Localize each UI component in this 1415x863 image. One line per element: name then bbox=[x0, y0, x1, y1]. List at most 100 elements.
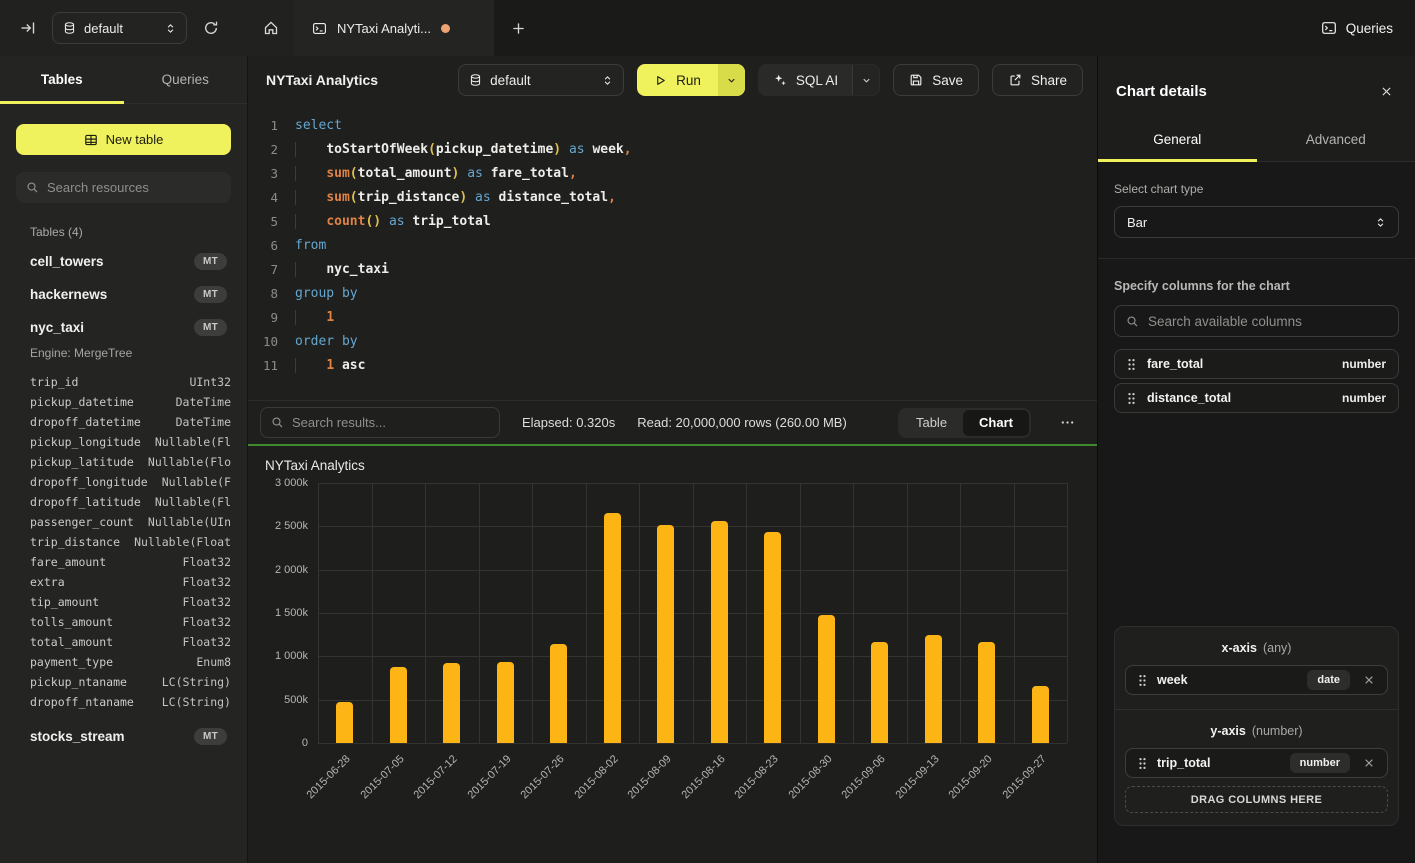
chart-column bbox=[425, 483, 479, 743]
code-line: 2 toStartOfWeek(pickup_datetime) as week… bbox=[248, 138, 1097, 162]
bar-2015-09-20[interactable] bbox=[978, 642, 995, 743]
bar-2015-07-26[interactable] bbox=[550, 644, 567, 743]
table-row[interactable]: cell_towersMT bbox=[16, 245, 231, 278]
available-column-name: fare_total bbox=[1147, 357, 1331, 371]
sidebar-tab-queries[interactable]: Queries bbox=[124, 56, 248, 103]
play-icon bbox=[654, 74, 667, 87]
sidebar-search[interactable] bbox=[16, 172, 231, 203]
axis-column-row[interactable]: weekdate bbox=[1125, 665, 1388, 695]
close-panel-button[interactable] bbox=[1375, 80, 1397, 102]
x-axis-title: x-axis bbox=[1222, 641, 1257, 655]
gridline-v bbox=[1067, 483, 1068, 743]
chevron-updown-icon bbox=[165, 22, 176, 35]
terminal-icon bbox=[312, 21, 327, 36]
tab-advanced[interactable]: Advanced bbox=[1257, 120, 1415, 161]
column-name: extra bbox=[30, 575, 65, 589]
bar-2015-08-02[interactable] bbox=[604, 513, 621, 743]
bar-2015-08-23[interactable] bbox=[764, 532, 781, 743]
x-axis-items: weekdate bbox=[1125, 665, 1388, 695]
chart-details-title: Chart details bbox=[1116, 83, 1207, 100]
chart-details-header: Chart details bbox=[1098, 56, 1415, 120]
chart-column bbox=[318, 483, 372, 743]
bar-2015-08-30[interactable] bbox=[818, 615, 835, 743]
view-toggle: Table Chart bbox=[898, 408, 1031, 438]
remove-column-button[interactable] bbox=[1360, 671, 1378, 689]
bar-2015-07-05[interactable] bbox=[390, 667, 407, 743]
topbar-database-value: default bbox=[84, 21, 157, 36]
available-column-row[interactable]: fare_totalnumber bbox=[1114, 349, 1399, 379]
bar-2015-07-19[interactable] bbox=[497, 662, 514, 743]
column-name: fare_amount bbox=[30, 555, 106, 569]
query-title: NYTaxi Analytics bbox=[266, 72, 378, 88]
engine-badge: MT bbox=[194, 253, 227, 270]
column-type: Float32 bbox=[183, 555, 231, 569]
unsaved-dot bbox=[441, 24, 450, 33]
bar-2015-06-28[interactable] bbox=[336, 702, 353, 743]
drag-handle-icon[interactable] bbox=[1138, 674, 1147, 687]
tab-nytaxi-analytics[interactable]: NYTaxi Analyti... bbox=[294, 0, 494, 56]
axis-column-row[interactable]: trip_totalnumber bbox=[1125, 748, 1388, 778]
bar-2015-08-09[interactable] bbox=[657, 525, 674, 743]
new-tab-button[interactable] bbox=[494, 0, 542, 56]
sql-editor[interactable]: 1select2 toStartOfWeek(pickup_datetime) … bbox=[248, 104, 1097, 400]
chart-column bbox=[960, 483, 1014, 743]
search-icon bbox=[1126, 315, 1139, 328]
code-line: 1select bbox=[248, 114, 1097, 138]
queries-label: Queries bbox=[1346, 21, 1393, 36]
drag-columns-drop-zone[interactable]: DRAG COLUMNS HERE bbox=[1125, 786, 1388, 813]
chart-column bbox=[1014, 483, 1068, 743]
run-options-button[interactable] bbox=[718, 64, 745, 96]
results-search-input[interactable] bbox=[292, 415, 489, 430]
table-row[interactable]: nyc_taxiMT bbox=[16, 311, 231, 344]
sql-ai-button[interactable]: SQL AI bbox=[759, 65, 852, 95]
schema-column-row: passenger_countNullable(UIn bbox=[30, 512, 231, 532]
column-type: DateTime bbox=[176, 395, 231, 409]
view-toggle-table[interactable]: Table bbox=[900, 410, 963, 436]
query-database-value: default bbox=[490, 73, 594, 88]
line-number: 9 bbox=[248, 306, 278, 330]
topbar-database-selector[interactable]: default bbox=[52, 12, 187, 44]
axis-column-name: week bbox=[1157, 673, 1297, 687]
collapse-sidebar-button[interactable] bbox=[14, 14, 42, 42]
search-icon bbox=[271, 416, 284, 429]
sql-ai-options-button[interactable] bbox=[852, 65, 879, 95]
sidebar-tab-tables[interactable]: Tables bbox=[0, 56, 124, 103]
remove-column-button[interactable] bbox=[1360, 754, 1378, 772]
column-type: Enum8 bbox=[196, 655, 231, 669]
save-button[interactable]: Save bbox=[893, 64, 979, 96]
top-bar: default NYTaxi Analyti... Queri bbox=[0, 0, 1415, 56]
available-column-row[interactable]: distance_totalnumber bbox=[1114, 383, 1399, 413]
bar-2015-09-06[interactable] bbox=[871, 642, 888, 743]
bar-2015-07-12[interactable] bbox=[443, 663, 460, 743]
chart-type-select[interactable]: Bar bbox=[1114, 206, 1399, 238]
drag-handle-icon[interactable] bbox=[1127, 358, 1136, 371]
bar-2015-09-27[interactable] bbox=[1032, 686, 1049, 743]
results-search[interactable] bbox=[260, 407, 500, 438]
y-axis-labels: 3 000k2 500k2 000k1 500k1 000k500k0 bbox=[248, 483, 318, 743]
query-database-selector[interactable]: default bbox=[458, 64, 624, 96]
x-axis-header: x-axis(any) bbox=[1125, 641, 1388, 655]
queries-button[interactable]: Queries bbox=[1321, 20, 1393, 36]
table-row[interactable]: stocks_streamMT bbox=[16, 720, 231, 753]
database-icon bbox=[63, 21, 76, 35]
columns-search-input[interactable] bbox=[1148, 314, 1387, 329]
refresh-button[interactable] bbox=[197, 14, 225, 42]
home-button[interactable] bbox=[248, 0, 294, 56]
column-name: trip_id bbox=[30, 375, 78, 389]
tab-general[interactable]: General bbox=[1098, 120, 1257, 161]
drag-handle-icon[interactable] bbox=[1138, 757, 1147, 770]
results-more-button[interactable] bbox=[1053, 409, 1081, 437]
topbar-right: Queries bbox=[1321, 0, 1415, 56]
sidebar-search-input[interactable] bbox=[47, 180, 221, 195]
chart-column bbox=[372, 483, 426, 743]
columns-search[interactable] bbox=[1114, 305, 1399, 337]
table-row[interactable]: hackernewsMT bbox=[16, 278, 231, 311]
drag-handle-icon[interactable] bbox=[1127, 392, 1136, 405]
chart-column bbox=[693, 483, 747, 743]
run-button[interactable]: Run bbox=[637, 64, 718, 96]
new-table-button[interactable]: New table bbox=[16, 124, 231, 155]
bar-2015-09-13[interactable] bbox=[925, 635, 942, 743]
view-toggle-chart[interactable]: Chart bbox=[963, 410, 1029, 436]
bar-2015-08-16[interactable] bbox=[711, 521, 728, 743]
share-button[interactable]: Share bbox=[992, 64, 1083, 96]
